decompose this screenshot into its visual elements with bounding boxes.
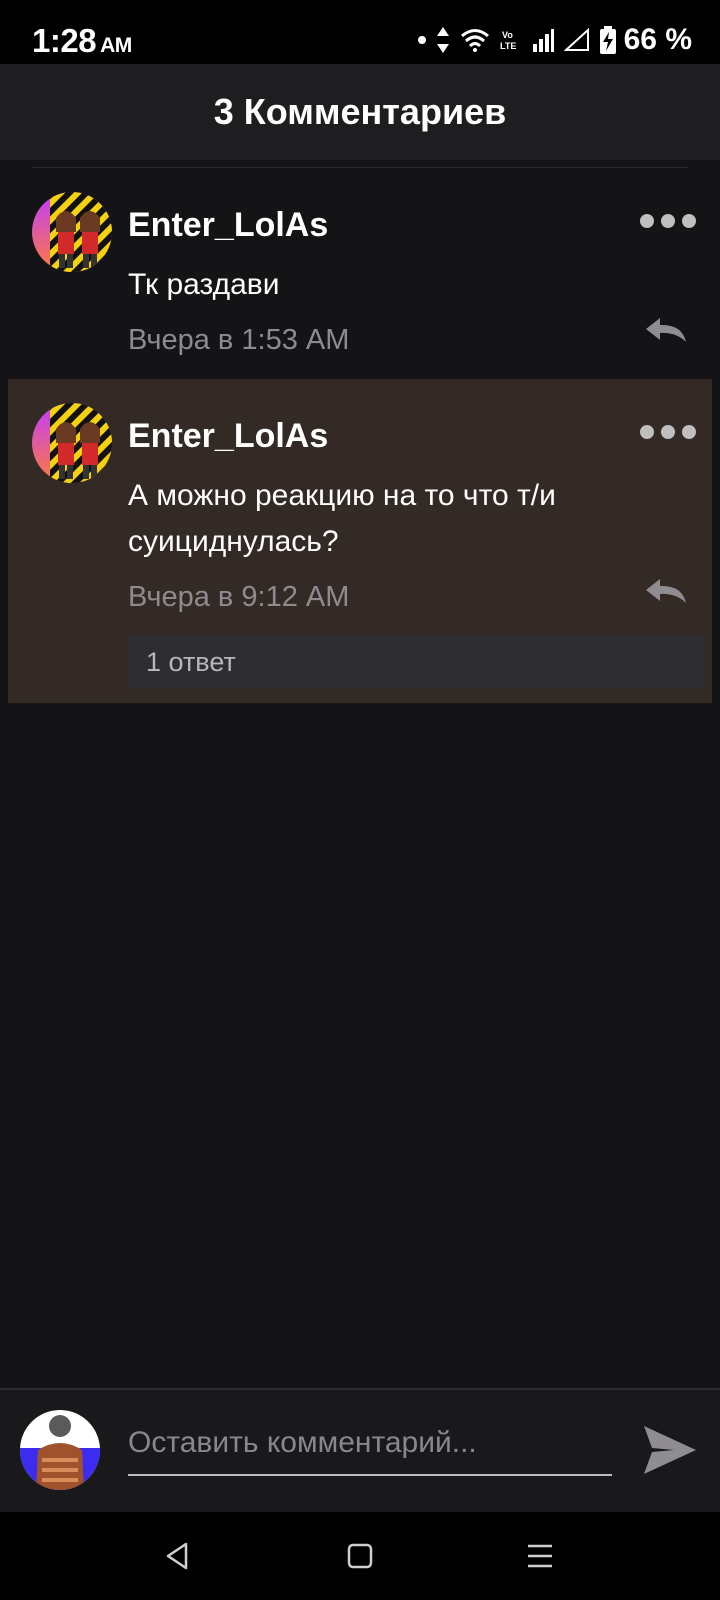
dot [640,425,654,439]
my-avatar-image [20,1410,100,1490]
status-time: 1:28 AM [32,22,132,60]
more-options-button[interactable] [640,423,696,441]
comment-username[interactable]: Enter_LolAs [128,206,328,245]
my-avatar[interactable] [20,1410,100,1490]
status-icons: Vo LTE 66 % [408,20,692,60]
comment-item: Enter_LolAs А можно реакцию на то что т/… [8,379,712,703]
comment-input[interactable] [128,1412,612,1476]
app-screen: 1:28 AM Vo LTE 66 % 3 Комментариев Enter… [0,0,720,1600]
comment-username[interactable]: Enter_LolAs [128,417,328,456]
dot [640,214,654,228]
notification-dot-icon [417,36,426,44]
avatar[interactable] [32,403,112,483]
signal-bars-icon [532,29,554,52]
comment-text: А можно реакцию на то что т/и суициднула… [128,479,556,558]
comment-item: Enter_LolAs Тк раздави Вчера в 1:53 AM [8,168,712,370]
comment-text: Тк раздави [128,268,280,301]
comment-composer [0,1390,720,1512]
dot [682,214,696,228]
dot [661,214,675,228]
user-avatar-image [32,403,112,483]
wifi-icon [460,29,489,52]
status-time-ampm: AM [100,34,132,57]
dot [661,425,675,439]
view-replies-button[interactable]: 1 ответ [128,635,704,689]
signal-outline-icon [563,28,589,51]
battery-charging-icon [599,26,616,54]
data-arrows-icon [436,27,449,53]
svg-text:LTE: LTE [500,41,516,51]
status-time-value: 1:28 [32,22,97,59]
header: 3 Комментариев [0,64,720,160]
svg-text:Vo: Vo [502,30,513,40]
user-avatar-image [32,192,112,272]
send-icon[interactable] [642,1424,698,1476]
comment-timestamp: Вчера в 1:53 AM [128,324,350,356]
back-icon[interactable] [160,1538,196,1574]
status-bar: 1:28 AM Vo LTE 66 % [0,0,720,64]
page-title: 3 Комментариев [213,91,507,132]
menu-icon[interactable] [522,1538,558,1574]
reply-icon[interactable] [644,577,688,605]
volte-icon: Vo LTE [500,30,516,51]
comment-timestamp: Вчера в 9:12 AM [128,581,350,613]
more-options-button[interactable] [640,212,696,230]
home-icon[interactable] [342,1538,378,1574]
replies-label: 1 ответ [146,646,236,677]
reply-icon[interactable] [644,316,688,344]
system-nav-bar [0,1512,720,1600]
avatar[interactable] [32,192,112,272]
battery-percent: 66 % [623,23,692,56]
dot [682,425,696,439]
